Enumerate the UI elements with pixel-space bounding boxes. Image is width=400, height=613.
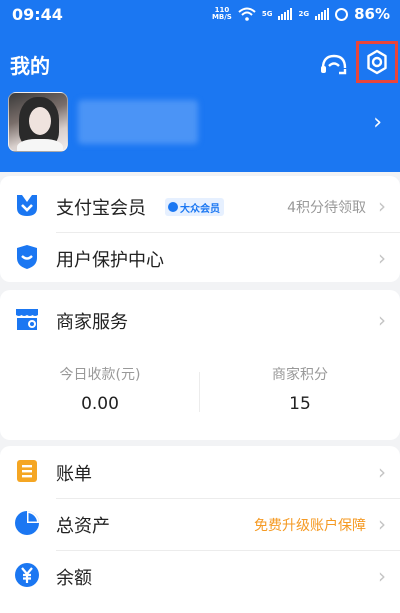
battery-level: 86% <box>354 5 390 23</box>
member-badge: 大众会员 <box>165 198 224 216</box>
profile-row[interactable]: › <box>0 90 400 154</box>
chevron-right-icon: › <box>378 564 386 588</box>
merchant-service-row[interactable]: 商家服务 › <box>0 294 400 346</box>
user-protection-label: 用户保护中心 <box>56 250 164 271</box>
wifi-icon <box>238 7 256 21</box>
member-icon <box>14 192 40 218</box>
profile-chevron-icon: › <box>373 110 382 135</box>
shop-icon <box>14 306 40 332</box>
chevron-right-icon: › <box>378 194 386 218</box>
avatar[interactable] <box>8 92 68 152</box>
chevron-right-icon: › <box>378 246 386 270</box>
chevron-right-icon: › <box>378 460 386 484</box>
merchant-points-label: 商家积分 <box>272 367 328 383</box>
signal-1-icon <box>278 8 293 20</box>
today-income-label: 今日收款(元) <box>59 367 141 383</box>
header: 09:44 110 MB/S 5G 2G 86% 我的 › <box>0 0 400 172</box>
page-title: 我的 <box>10 54 50 78</box>
status-indicators: 110 MB/S 5G 2G 86% <box>212 5 390 23</box>
title-bar: 我的 <box>0 41 400 84</box>
merchant-card: 商家服务 › 今日收款(元) 0.00 商家积分 15 <box>0 290 400 440</box>
total-assets-row[interactable]: 总资产 免费升级账户保障 › <box>0 498 400 550</box>
signal-2-icon <box>315 8 330 20</box>
status-bar: 09:44 110 MB/S 5G 2G 86% <box>0 0 400 28</box>
merchant-points-stat[interactable]: 商家积分 15 <box>200 364 400 414</box>
bill-icon <box>14 458 40 484</box>
chevron-right-icon: › <box>378 308 386 332</box>
shield-icon <box>14 244 40 270</box>
helmet-support-icon <box>321 54 347 75</box>
customer-service-button[interactable] <box>316 46 352 82</box>
yuan-icon <box>14 562 40 588</box>
membership-card: 支付宝会员 大众会员 4积分待领取 › 用户保护中心 › <box>0 176 400 282</box>
merchant-service-label: 商家服务 <box>56 312 128 333</box>
username-blurred <box>78 100 198 144</box>
sim1-label: 5G <box>261 9 273 18</box>
finance-card: 账单 › 总资产 免费升级账户保障 › 余额 › <box>0 446 400 613</box>
upgrade-protection-text[interactable]: 免费升级账户保障 <box>254 515 366 535</box>
pie-chart-icon <box>14 510 40 536</box>
today-income-stat[interactable]: 今日收款(元) 0.00 <box>0 364 200 414</box>
status-time: 09:44 <box>12 5 63 24</box>
settings-button[interactable] <box>356 41 398 83</box>
gear-icon <box>367 49 387 75</box>
total-assets-label: 总资产 <box>56 516 110 537</box>
user-protection-row[interactable]: 用户保护中心 › <box>0 232 400 284</box>
net-speed: 110 MB/S <box>211 6 232 21</box>
today-income-value: 0.00 <box>81 394 119 414</box>
balance-label: 余额 <box>56 568 92 589</box>
member-points-text: 4积分待领取 <box>287 200 366 216</box>
chevron-right-icon: › <box>378 512 386 536</box>
sim2-label: 2G <box>298 9 310 18</box>
bill-label: 账单 <box>56 464 92 485</box>
merchant-points-value: 15 <box>289 394 311 414</box>
balance-row[interactable]: 余额 › <box>0 550 400 602</box>
battery-icon <box>335 7 349 21</box>
member-row[interactable]: 支付宝会员 大众会员 4积分待领取 › <box>0 180 400 232</box>
member-label: 支付宝会员 <box>56 198 146 219</box>
bill-row[interactable]: 账单 › <box>0 446 400 498</box>
